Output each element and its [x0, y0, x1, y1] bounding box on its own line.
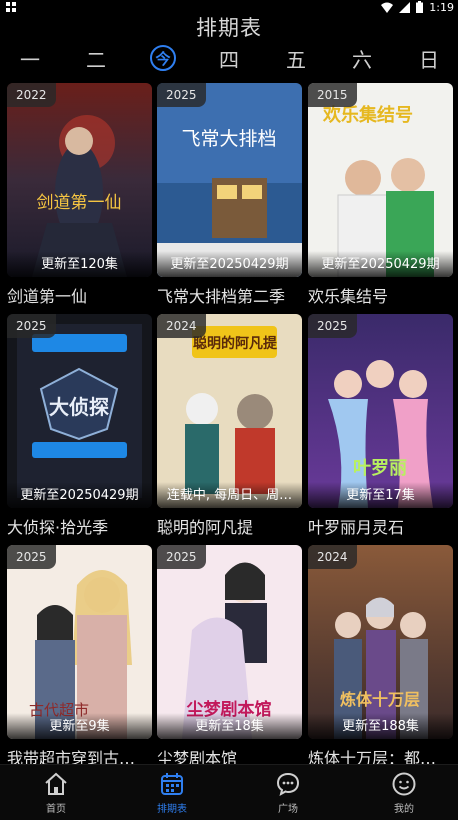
poster-title-text: 叶罗丽	[353, 458, 407, 479]
update-status: 更新至20250429期	[157, 251, 302, 277]
poster-image: 尘梦剧本馆 2025 更新至18集	[157, 545, 302, 739]
tab-sunday[interactable]: 日	[409, 40, 449, 76]
poster-title-text: 飞常大排档	[181, 128, 276, 150]
update-status: 更新至120集	[7, 251, 152, 277]
nav-profile[interactable]: 我的	[364, 771, 444, 819]
poster-title-text: 剑道第一仙	[37, 193, 122, 213]
show-card[interactable]: 欢乐集结号 2015 更新至20250429期 欢乐集结号	[308, 83, 453, 307]
nav-home[interactable]: 首页	[16, 771, 96, 819]
poster-image: 大侦探 2025 更新至20250429期	[7, 314, 152, 508]
show-card[interactable]: 聪明的阿凡提 2024 连载中, 每周日、周… 聪明的阿凡提	[157, 314, 302, 538]
tab-thursday[interactable]: 四	[209, 40, 249, 76]
poster-image: 古代超市 2025 更新至9集	[7, 545, 152, 739]
nav-schedule-label: 排期表	[157, 804, 187, 815]
show-title: 叶罗丽月灵石	[308, 518, 405, 537]
poster-title-text: 欢乐集结号	[322, 104, 413, 126]
nav-square[interactable]: 广场	[248, 771, 328, 819]
nav-square-label: 广场	[278, 804, 298, 815]
update-status: 更新至17集	[308, 482, 453, 508]
cellular-signal-icon	[399, 1, 411, 13]
tab-today[interactable]: 今	[143, 40, 183, 76]
update-status: 更新至20250429期	[7, 482, 152, 508]
year-badge: 2015	[308, 83, 357, 107]
weekday-tabs: 一 二 今 四 五 六 日	[0, 40, 458, 76]
nav-home-label: 首页	[46, 804, 66, 815]
update-status: 连载中, 每周日、周…	[157, 482, 302, 508]
poster-title-text: 聪明的阿凡提	[193, 335, 278, 352]
bottom-navigation: 首页 排期表 广场 我的	[0, 764, 458, 820]
tab-tuesday[interactable]: 二	[76, 40, 116, 76]
app-grid-icon	[6, 2, 16, 12]
show-title: 欢乐集结号	[308, 287, 389, 306]
show-card[interactable]: 飞常大排档 2025 更新至20250429期 飞常大排档第二季	[157, 83, 302, 307]
poster-image: 欢乐集结号 2015 更新至20250429期	[308, 83, 453, 277]
page-title: 排期表	[196, 16, 262, 40]
show-title: 聪明的阿凡提	[157, 518, 254, 537]
show-card[interactable]: 古代超市 2025 更新至9集 我带超市穿到古…	[7, 545, 152, 769]
calendar-icon	[159, 771, 185, 797]
year-badge: 2025	[157, 83, 206, 107]
today-label: 今	[150, 45, 176, 71]
show-title: 大侦探·拾光季	[7, 518, 109, 537]
year-badge: 2024	[157, 314, 206, 338]
year-badge: 2022	[7, 83, 56, 107]
update-status: 更新至188集	[308, 713, 453, 739]
home-icon	[43, 771, 69, 797]
show-card[interactable]: 叶罗丽 2025 更新至17集 叶罗丽月灵石	[308, 314, 453, 538]
show-title: 剑道第一仙	[7, 287, 88, 306]
update-status: 更新至18集	[157, 713, 302, 739]
show-card[interactable]: 炼体十万层 2024 更新至188集 炼体十万层：都…	[308, 545, 453, 769]
wifi-icon	[381, 2, 394, 13]
poster-image: 炼体十万层 2024 更新至188集	[308, 545, 453, 739]
poster-image: 剑道第一仙 2022 更新至120集	[7, 83, 152, 277]
nav-profile-label: 我的	[394, 804, 414, 815]
show-card[interactable]: 剑道第一仙 2022 更新至120集 剑道第一仙	[7, 83, 152, 307]
year-badge: 2025	[157, 545, 206, 569]
nav-schedule[interactable]: 排期表	[132, 771, 212, 819]
year-badge: 2024	[308, 545, 357, 569]
tab-monday[interactable]: 一	[10, 40, 50, 76]
poster-image: 飞常大排档 2025 更新至20250429期	[157, 83, 302, 277]
show-card[interactable]: 大侦探 2025 更新至20250429期 大侦探·拾光季	[7, 314, 152, 538]
poster-title-text: 大侦探	[49, 395, 109, 419]
show-card[interactable]: 尘梦剧本馆 2025 更新至18集 尘梦剧本馆	[157, 545, 302, 769]
update-status: 更新至9集	[7, 713, 152, 739]
poster-image: 叶罗丽 2025 更新至17集	[308, 314, 453, 508]
year-badge: 2025	[308, 314, 357, 338]
show-title: 飞常大排档第二季	[157, 287, 286, 306]
year-badge: 2025	[7, 314, 56, 338]
update-status: 更新至20250429期	[308, 251, 453, 277]
year-badge: 2025	[7, 545, 56, 569]
tab-friday[interactable]: 五	[276, 40, 316, 76]
chat-icon	[275, 771, 301, 797]
poster-title-text: 炼体十万层	[340, 690, 420, 709]
poster-image: 聪明的阿凡提 2024 连载中, 每周日、周…	[157, 314, 302, 508]
tab-saturday[interactable]: 六	[342, 40, 382, 76]
profile-icon	[391, 771, 417, 797]
